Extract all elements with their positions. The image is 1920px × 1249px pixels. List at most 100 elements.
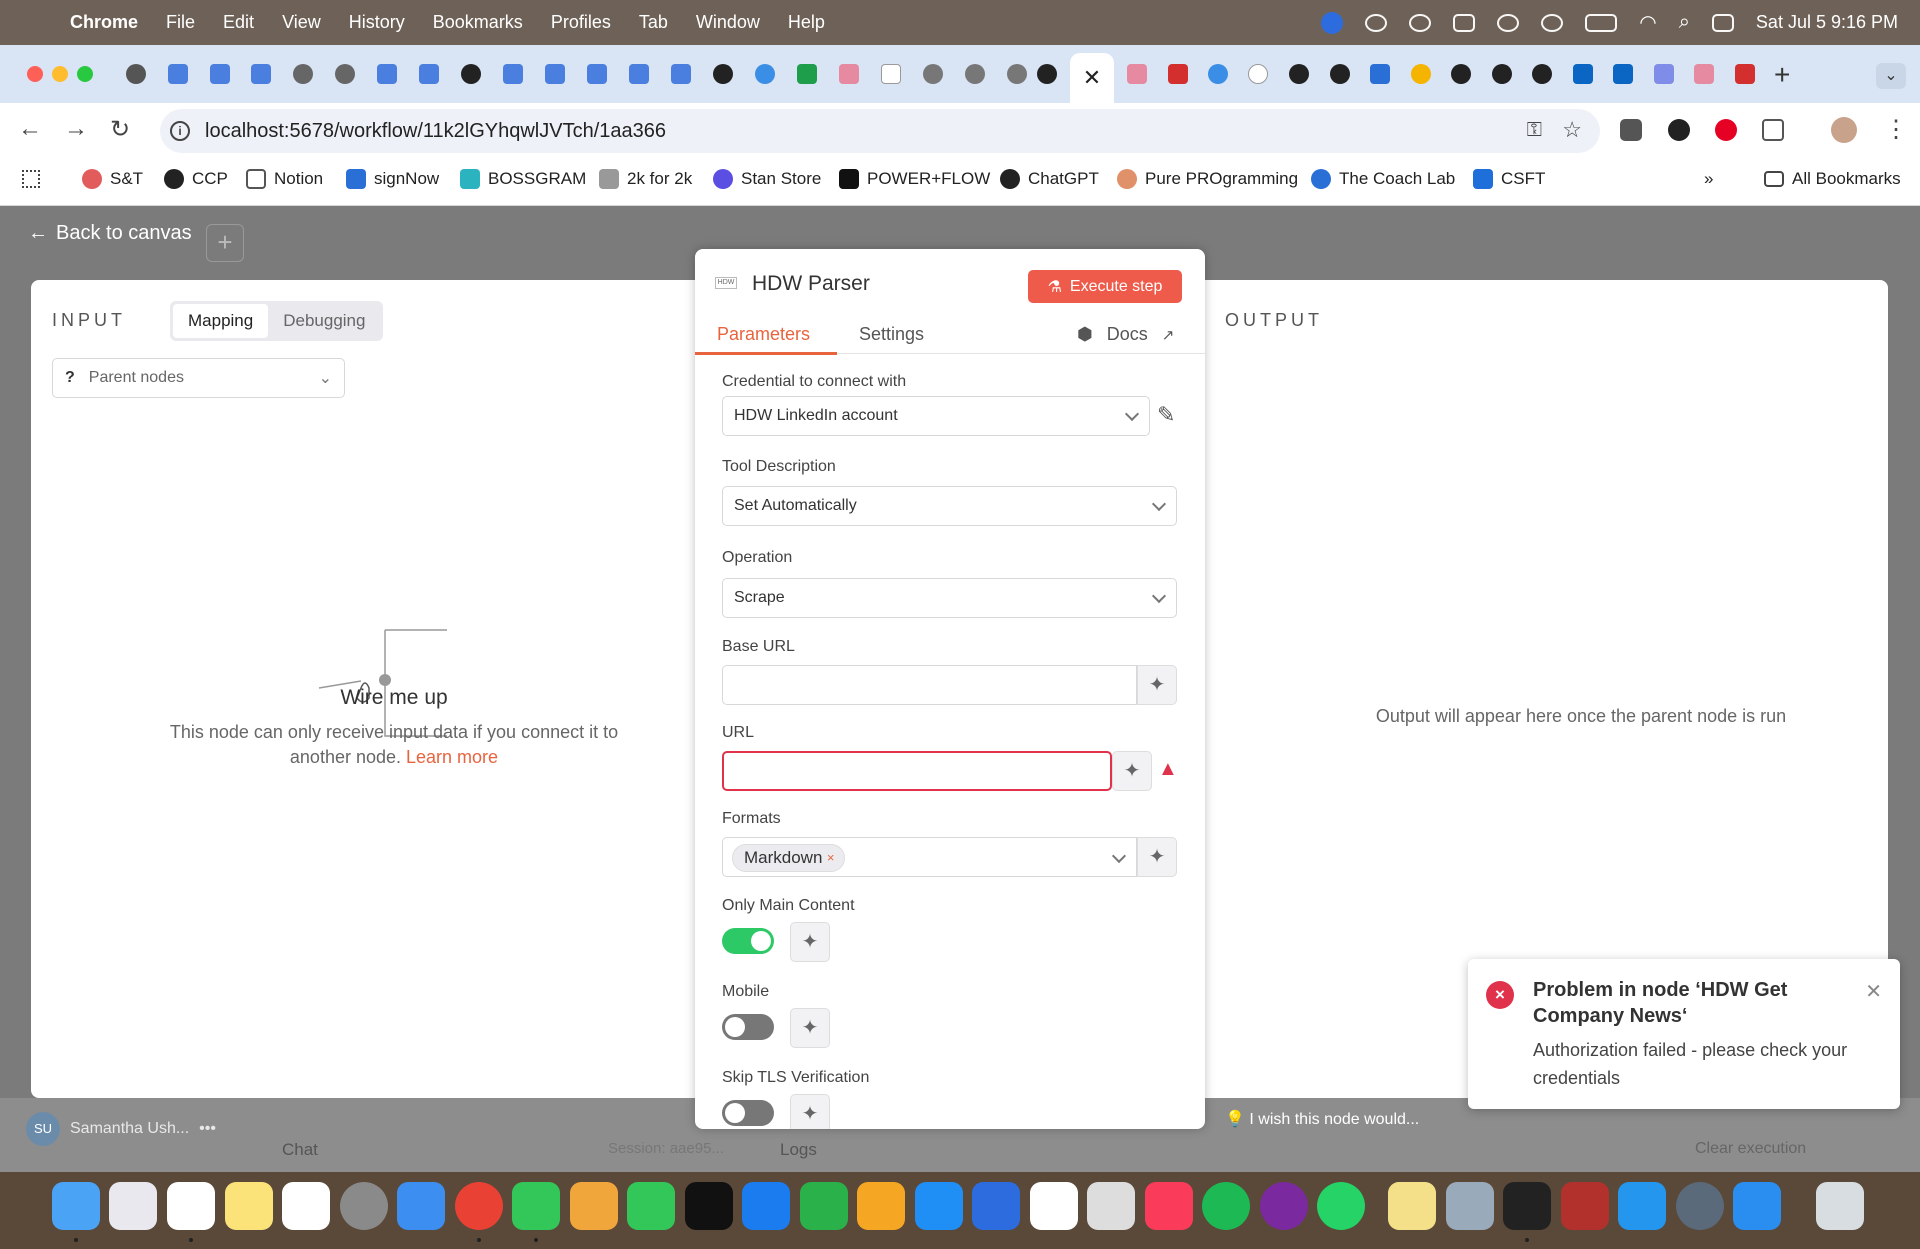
tab-favicon[interactable]	[503, 64, 523, 84]
tab-favicon[interactable]	[797, 64, 817, 84]
tab-favicon[interactable]	[419, 64, 439, 84]
finder-icon[interactable]	[52, 1182, 100, 1230]
url-text[interactable]: localhost:5678/workflow/11k2lGYhqwlJVTch…	[205, 120, 666, 143]
forward-arrow-icon[interactable]: →	[64, 115, 88, 143]
clear-execution-button[interactable]: Clear execution	[1695, 1140, 1806, 1158]
extension-icon[interactable]	[1620, 119, 1642, 141]
tab-favicon[interactable]	[965, 64, 985, 84]
focus-icon[interactable]	[1409, 13, 1432, 32]
tab-favicon[interactable]	[461, 64, 481, 84]
more-menu-icon[interactable]: ⋮	[1884, 115, 1908, 144]
bookmark-item[interactable]: BOSSGRAM	[460, 169, 586, 189]
whatsapp-icon[interactable]	[1317, 1182, 1365, 1230]
back-to-canvas-button[interactable]: ← Back to canvas	[28, 222, 192, 245]
base-url-input[interactable]	[722, 665, 1137, 705]
learn-more-link[interactable]: Learn more	[406, 747, 498, 767]
bookmark-item[interactable]: POWER+FLOW	[839, 169, 990, 189]
app-icon[interactable]	[1260, 1182, 1308, 1230]
wifi-icon[interactable]: ◠	[1639, 10, 1656, 35]
trash-icon[interactable]	[1816, 1182, 1864, 1230]
apple-tv-icon[interactable]	[685, 1182, 733, 1230]
docs-link[interactable]: ⬢ Docs ↗	[1077, 324, 1174, 345]
tab-favicon[interactable]	[1330, 64, 1350, 84]
zoom-tray-icon[interactable]	[1321, 11, 1344, 34]
reload-icon[interactable]: ↻	[110, 115, 130, 144]
formats-multiselect[interactable]: Markdown ×	[722, 837, 1137, 877]
sparkle-icon[interactable]: ✦	[1137, 665, 1177, 705]
freeform-icon[interactable]	[282, 1182, 330, 1230]
photos-icon[interactable]	[570, 1182, 618, 1230]
all-bookmarks[interactable]: All Bookmarks	[1764, 169, 1901, 189]
zoom-icon[interactable]	[972, 1182, 1020, 1230]
active-tab[interactable]: ✕	[1070, 53, 1114, 103]
search-icon[interactable]: ⌕	[1679, 11, 1690, 34]
tab-favicon[interactable]	[1411, 64, 1431, 84]
tool-description-select[interactable]: Set Automatically	[722, 486, 1177, 526]
list-icon[interactable]	[1453, 13, 1476, 32]
tab-favicon[interactable]	[293, 64, 313, 84]
bookmark-item[interactable]: Notion	[246, 169, 323, 189]
format-chip[interactable]: Markdown ×	[732, 844, 846, 872]
chat-tab[interactable]: Chat	[282, 1140, 318, 1160]
bookmark-item[interactable]: ChatGPT	[1000, 169, 1099, 189]
bookmark-item[interactable]: S&T	[82, 169, 143, 189]
menu-app-name[interactable]: Chrome	[70, 12, 138, 33]
tab-favicon[interactable]	[210, 64, 230, 84]
weather-icon[interactable]	[1365, 13, 1388, 32]
system-settings-icon[interactable]	[340, 1182, 388, 1230]
extensions-puzzle-icon[interactable]	[1762, 119, 1784, 141]
profile-avatar[interactable]	[1831, 117, 1857, 143]
parent-nodes-select[interactable]: ? Parent nodes ⌄	[52, 358, 345, 398]
tab-favicon[interactable]	[1532, 64, 1552, 84]
play-icon[interactable]	[1497, 13, 1520, 32]
tab-favicon[interactable]	[1370, 64, 1390, 84]
execute-step-button[interactable]: ⚗ Execute step	[1028, 270, 1182, 303]
bookmark-item[interactable]: CCP	[164, 169, 228, 189]
only-main-content-toggle[interactable]	[722, 928, 774, 954]
stickies-icon[interactable]	[1388, 1182, 1436, 1230]
downloads-icon[interactable]	[1733, 1182, 1781, 1230]
numbers-icon[interactable]	[800, 1182, 848, 1230]
minimize-window-icon[interactable]	[52, 66, 68, 82]
tab-favicon[interactable]	[671, 64, 691, 84]
sparkle-icon[interactable]: ✦	[1137, 837, 1177, 877]
tab-favicon[interactable]	[923, 64, 943, 84]
keynote-icon[interactable]	[742, 1182, 790, 1230]
back-arrow-icon[interactable]: ←	[18, 115, 42, 143]
extension-k-icon[interactable]	[1668, 119, 1690, 141]
notes-icon[interactable]	[225, 1182, 273, 1230]
close-tab-icon[interactable]: ✕	[1083, 65, 1101, 91]
skip-tls-toggle[interactable]	[722, 1100, 774, 1126]
tab-favicon[interactable]	[545, 64, 565, 84]
facetime-icon[interactable]	[627, 1182, 675, 1230]
clock[interactable]: Sat Jul 5 9:16 PM	[1756, 12, 1898, 33]
bookmarks-overflow-icon[interactable]: »	[1704, 169, 1713, 189]
apps-grid-icon[interactable]	[22, 170, 40, 188]
tab-favicon[interactable]	[168, 64, 188, 84]
menu-tab[interactable]: Tab	[639, 12, 668, 33]
battery-icon[interactable]	[1585, 13, 1618, 32]
edit-pencil-icon[interactable]: ✎	[1157, 402, 1175, 428]
tab-favicon[interactable]	[1492, 64, 1512, 84]
dictionary-icon[interactable]	[1561, 1182, 1609, 1230]
mobile-toggle[interactable]	[722, 1014, 774, 1040]
tab-favicon[interactable]	[1168, 64, 1188, 84]
bookmark-item[interactable]: 2k for 2k	[599, 169, 692, 189]
chrome-icon[interactable]	[455, 1182, 503, 1230]
bookmark-item[interactable]: Pure PROgramming	[1117, 169, 1298, 189]
control-center-icon[interactable]	[1711, 13, 1734, 32]
sparkle-icon[interactable]: ✦	[790, 1094, 830, 1129]
tab-search-chevron-icon[interactable]: ⌄	[1876, 63, 1906, 89]
tab-favicon[interactable]	[335, 64, 355, 84]
password-key-icon[interactable]: ⚿	[1527, 119, 1542, 142]
feedback-wish-link[interactable]: 💡 I wish this node would...	[1225, 1109, 1419, 1129]
tab-favicon[interactable]	[251, 64, 271, 84]
launchpad-icon[interactable]	[109, 1182, 157, 1230]
bookmark-item[interactable]: CSFT	[1473, 169, 1545, 189]
menu-file[interactable]: File	[166, 12, 195, 33]
tab-favicon[interactable]	[126, 64, 146, 84]
messages-icon[interactable]	[512, 1182, 560, 1230]
tab-favicon[interactable]	[1613, 64, 1633, 84]
docker-icon[interactable]	[1618, 1182, 1666, 1230]
debugging-tab[interactable]: Debugging	[268, 304, 380, 338]
